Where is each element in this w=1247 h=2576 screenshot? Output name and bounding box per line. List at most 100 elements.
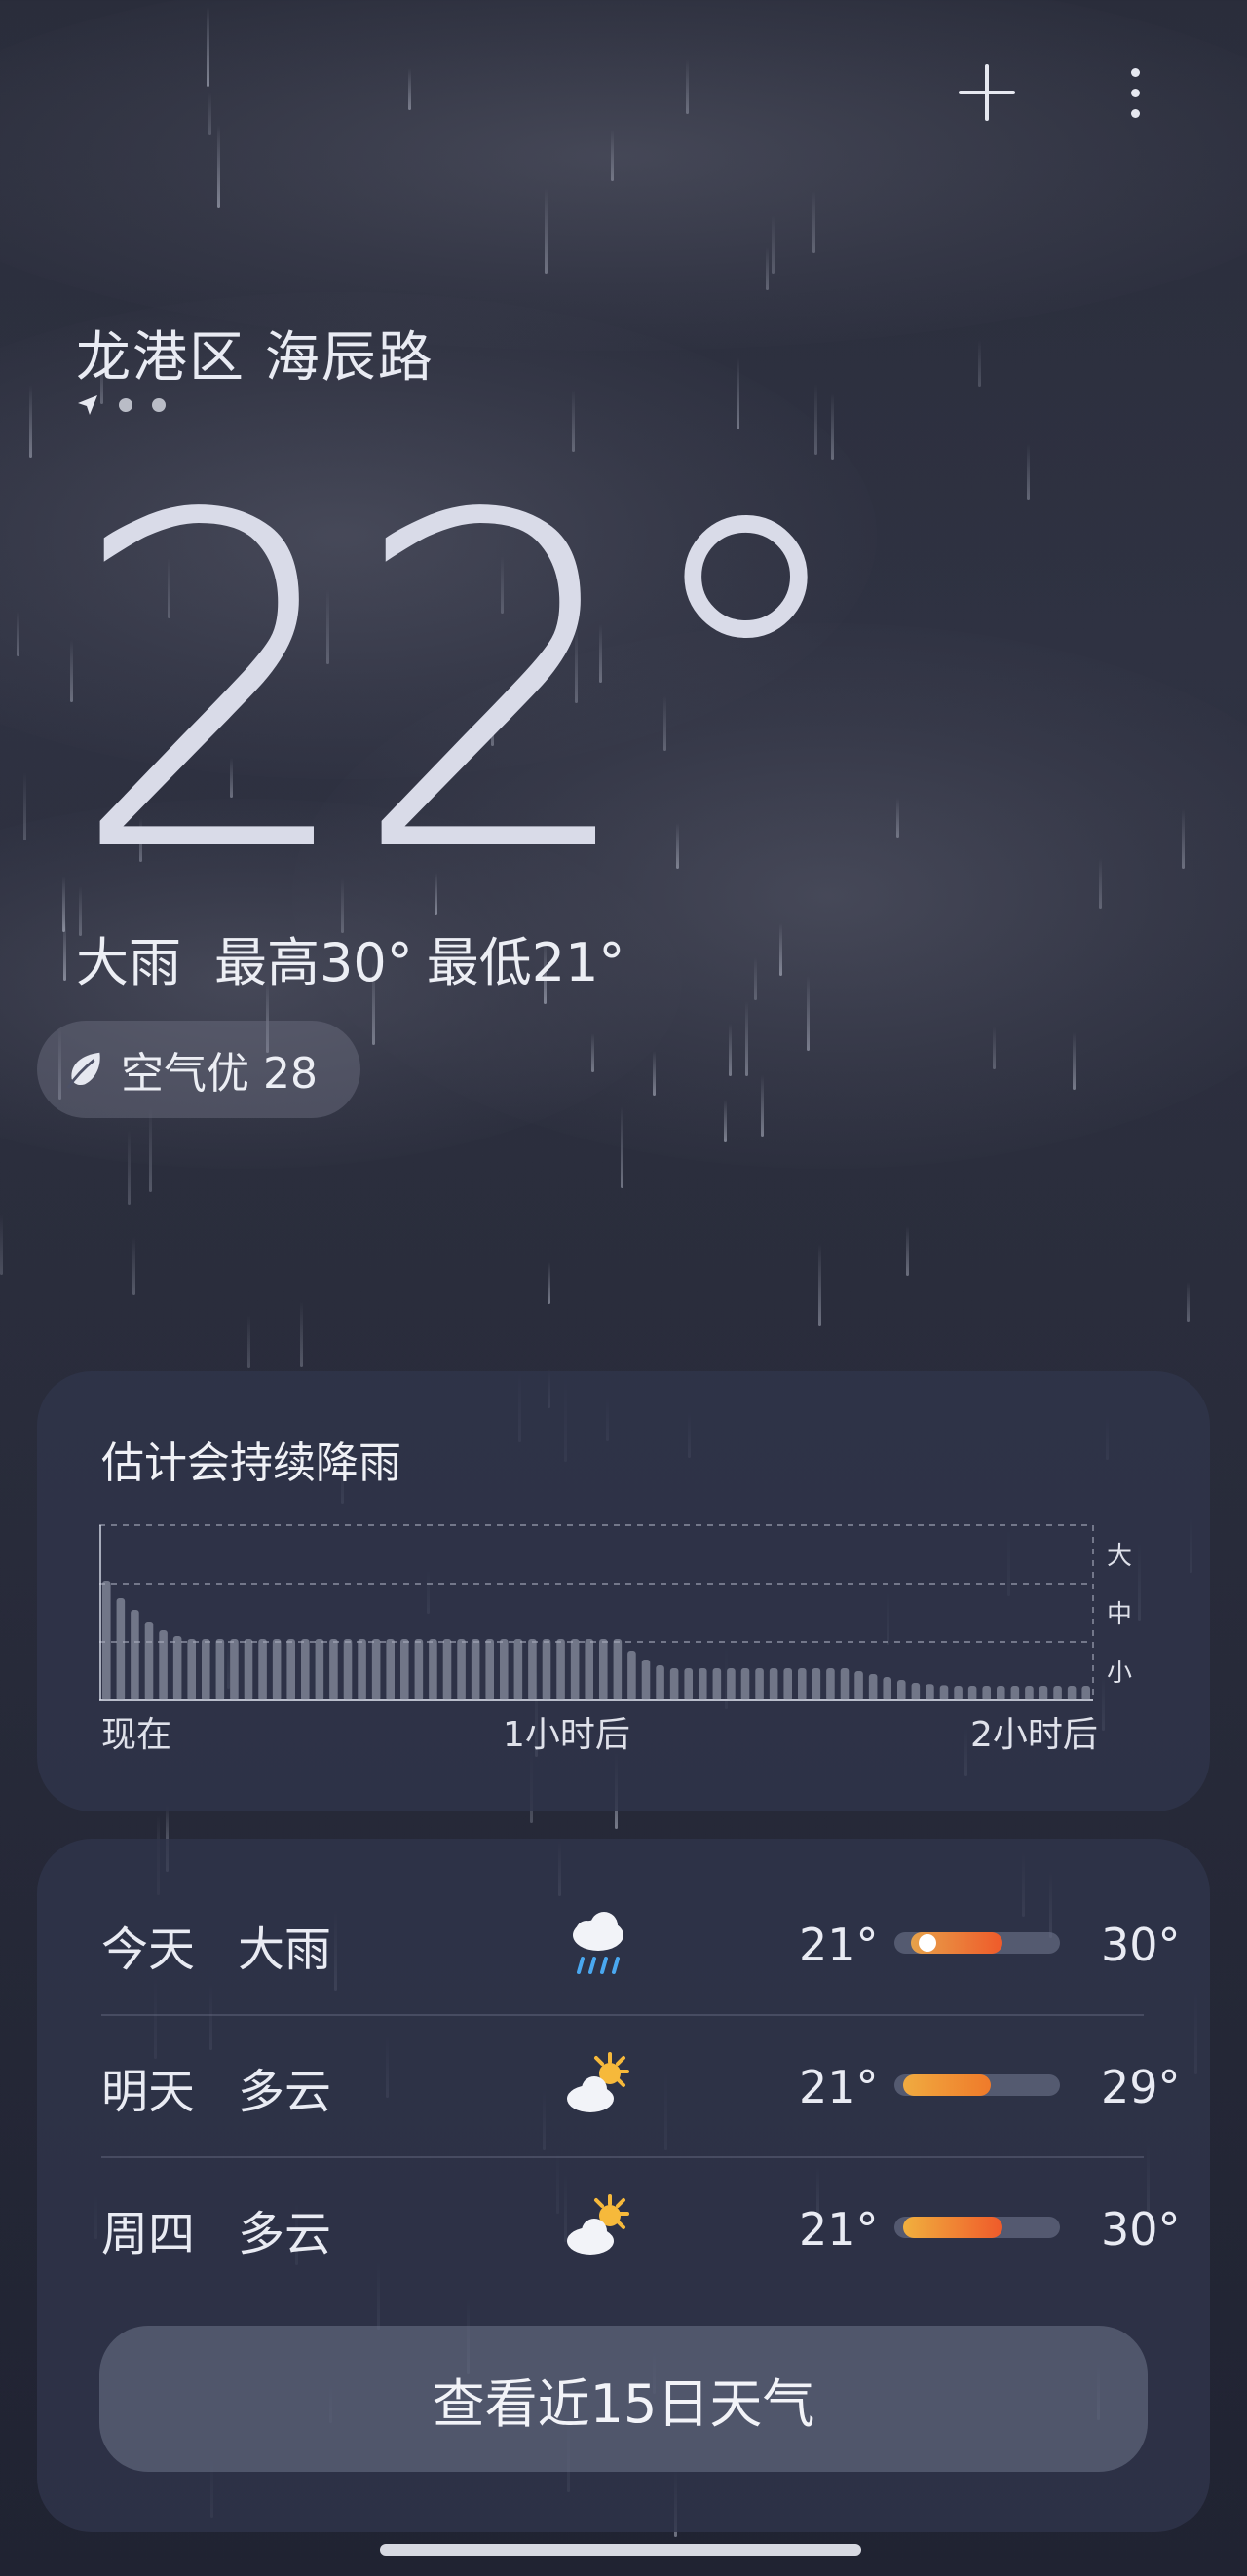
forecast-high: 29° <box>1101 2061 1181 2113</box>
precip-bar <box>116 1598 126 1700</box>
rain-drop <box>766 247 769 290</box>
rain-drop <box>217 125 220 208</box>
precip-bar <box>997 1686 1005 1700</box>
precip-bar <box>967 1686 977 1700</box>
precip-bar <box>656 1665 664 1700</box>
aqi-text: 空气优 28 <box>121 1049 318 1099</box>
temp-range-bar <box>894 1932 1060 1954</box>
precip-bar <box>740 1668 750 1700</box>
leaf-icon <box>66 1052 100 1089</box>
precip-bar <box>358 1639 366 1700</box>
home-indicator[interactable] <box>380 2544 861 2556</box>
precip-bar <box>613 1639 623 1700</box>
precip-bar <box>315 1639 324 1700</box>
precip-bar <box>570 1639 580 1700</box>
precip-bar <box>144 1622 154 1700</box>
rain-drop <box>545 188 548 274</box>
precip-bar <box>457 1639 466 1700</box>
rain-drop <box>591 1033 594 1072</box>
precip-bar <box>840 1668 850 1700</box>
rain-drop <box>653 1051 656 1096</box>
rain-drop <box>978 340 981 387</box>
precip-bar <box>258 1639 267 1700</box>
page-dot <box>119 398 132 412</box>
location-title[interactable]: 龙港区 海辰路 <box>76 314 435 392</box>
precip-bar <box>798 1668 807 1700</box>
forecast-high: 30° <box>1101 1919 1181 1971</box>
rain-drop <box>149 1107 152 1192</box>
precip-bar <box>954 1686 963 1700</box>
precip-bar <box>599 1639 608 1700</box>
precip-bar <box>897 1680 906 1700</box>
precip-bar <box>329 1639 338 1700</box>
rain-drop <box>772 215 775 274</box>
precip-bar <box>1053 1686 1062 1700</box>
forecast-row-thursday[interactable]: 周四 多云 21° 30° <box>101 2158 1181 2300</box>
rain-drop <box>611 130 614 181</box>
current-condition: 大雨 <box>76 932 181 993</box>
precip-bar <box>712 1668 722 1700</box>
rain-drop <box>807 976 810 1051</box>
precipitation-chart: 大中小 <box>99 1524 1132 1701</box>
rain-drop <box>132 1237 135 1295</box>
forecast-day: 今天 <box>101 1923 196 1977</box>
x-label-2h: 2小时后 <box>970 1715 1098 1755</box>
intensity-label: 小 <box>1107 1659 1132 1688</box>
more-options-button[interactable] <box>1101 58 1169 127</box>
precipitation-title: 估计会持续降雨 <box>101 1438 401 1488</box>
rain-drop <box>63 919 66 981</box>
precip-bar <box>131 1610 139 1700</box>
precip-bar <box>812 1668 821 1700</box>
view-15-day-forecast-button[interactable]: 查看近15日天气 <box>99 2326 1148 2472</box>
precip-bar <box>556 1639 565 1700</box>
heavy-rain-icon <box>573 1912 624 1974</box>
x-label-now: 现在 <box>101 1715 172 1755</box>
rain-drop <box>17 612 19 656</box>
temp-range-bar <box>894 2217 1060 2238</box>
intensity-label: 大 <box>1107 1542 1132 1571</box>
plus-icon <box>959 64 1015 121</box>
precip-bar <box>429 1639 437 1700</box>
forecast-row-today[interactable]: 今天 大雨 21° 30° <box>101 1874 1181 2016</box>
rain-drop <box>754 957 757 1000</box>
partly-cloudy-icon <box>567 2194 629 2255</box>
add-city-button[interactable] <box>953 58 1021 127</box>
high-temp: 最高30° <box>214 932 413 993</box>
precip-bar <box>627 1651 636 1700</box>
forecast-low: 21° <box>799 1919 879 1971</box>
location-arrow-icon <box>78 395 97 415</box>
precip-bar <box>727 1668 736 1700</box>
page-dot <box>152 398 166 412</box>
precip-bar <box>755 1668 764 1700</box>
precip-bar <box>1081 1686 1090 1700</box>
precip-bar <box>542 1639 551 1700</box>
current-temp-marker <box>919 1934 936 1952</box>
precip-bar <box>244 1639 253 1700</box>
rain-drop <box>724 1100 727 1142</box>
air-quality-badge[interactable]: 空气优 28 <box>37 1021 360 1118</box>
rain-drop <box>737 357 739 429</box>
page-indicator <box>76 393 166 417</box>
precip-bar <box>911 1683 921 1700</box>
precip-bar <box>868 1674 878 1700</box>
rain-drop <box>1099 858 1102 909</box>
precip-bar <box>485 1639 494 1700</box>
rain-drop <box>0 1214 3 1275</box>
rain-drop <box>818 1244 821 1326</box>
precip-bar <box>414 1639 424 1700</box>
precip-bar <box>585 1639 593 1700</box>
rain-drop <box>906 1226 909 1276</box>
rain-drop <box>548 1262 550 1304</box>
x-label-1h: 1小时后 <box>503 1715 630 1755</box>
precip-bar <box>699 1668 707 1700</box>
rain-drop <box>761 1075 764 1137</box>
forecast-row-tomorrow[interactable]: 明天 多云 21° 29° <box>101 2016 1181 2158</box>
temp-range-fill <box>902 2217 1002 2238</box>
precip-bar <box>230 1639 239 1700</box>
rain-drop <box>812 191 815 253</box>
precip-bar <box>371 1639 381 1700</box>
precip-bar <box>1010 1686 1020 1700</box>
rain-drop <box>208 93 211 135</box>
rain-drop <box>1187 1282 1190 1322</box>
precipitation-card[interactable]: 估计会持续降雨 大中小 现在 1小时后 2小时后 <box>37 1371 1210 1811</box>
